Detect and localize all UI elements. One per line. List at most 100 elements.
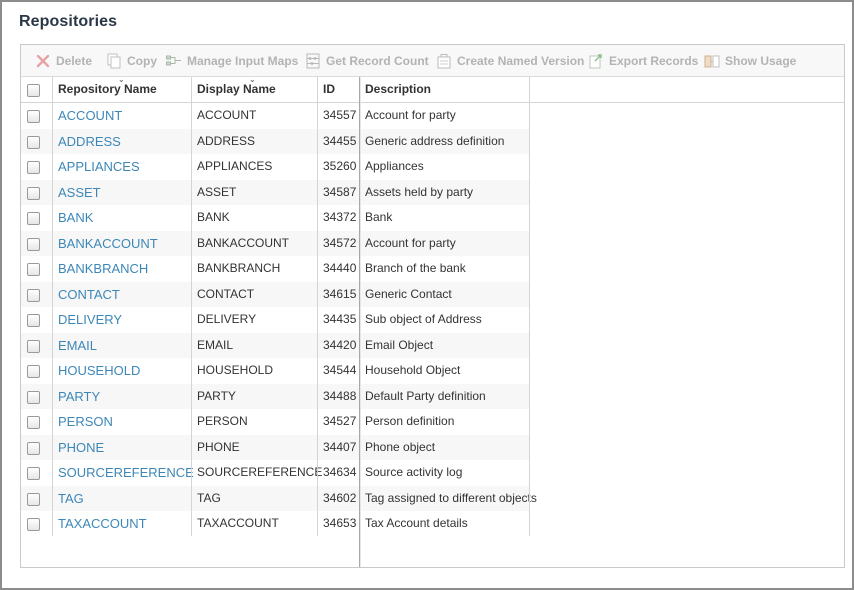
row-checkbox[interactable] xyxy=(27,339,40,353)
column-header-display-name[interactable]: Display Name ⌄ xyxy=(191,75,317,102)
copy-button[interactable]: Copy xyxy=(106,45,157,76)
repository-name-link[interactable]: PERSON xyxy=(52,409,191,435)
id-cell: 34544 xyxy=(323,363,357,377)
table-row[interactable]: BANKACCOUNT BANKACCOUNT 34572 Account for p… xyxy=(21,230,529,257)
id-cell: 34527 xyxy=(323,414,357,428)
table-row[interactable]: TAXACCOUNT TAXACCOUNT 34653 Tax Account det… xyxy=(21,511,529,537)
display-name-cell: PERSON xyxy=(197,414,248,428)
table-row[interactable]: APPLIANCES APPLIANCES 35260 Appliances xyxy=(21,154,529,180)
id-cell: 34420 xyxy=(323,337,357,352)
display-name-cell: ADDRESS xyxy=(197,133,256,148)
table-row[interactable]: CONTACT CONTACT 34615 Generic Contact xyxy=(21,281,529,308)
column-divider xyxy=(529,77,530,102)
row-checkbox[interactable] xyxy=(27,390,40,404)
description-cell: Default Party definition xyxy=(365,388,486,403)
table-row[interactable]: PERSON PERSON 34527 Person definition xyxy=(21,409,529,435)
id-cell: 34435 xyxy=(323,312,357,326)
repository-name-link[interactable]: APPLIANCES xyxy=(52,154,191,180)
repository-name-link[interactable]: TAG xyxy=(52,486,191,512)
get-record-count-button[interactable]: Get Record Count xyxy=(305,45,429,76)
display-name-cell: SOURCEREFERENCE xyxy=(197,465,323,479)
column-header-id[interactable]: ID xyxy=(317,77,359,102)
table-row[interactable]: SOURCEREFERENCE SOURCEREFERENCE 34634 Sourc… xyxy=(21,460,529,486)
display-name-cell: EMAIL xyxy=(197,337,234,352)
repositories-panel: Delete Copy Manage Input Maps Get Record… xyxy=(20,44,845,568)
column-header-description[interactable]: Description xyxy=(359,77,529,102)
row-checkbox[interactable] xyxy=(27,110,40,123)
description-cell: Assets held by party xyxy=(365,184,474,199)
table-row[interactable]: BANK BANK 34372 Bank xyxy=(21,205,529,231)
row-checkbox[interactable] xyxy=(27,518,40,531)
description-cell: Phone object xyxy=(365,439,436,454)
table-row[interactable]: ACCOUNT ACCOUNT 34557 Account for party xyxy=(21,103,529,129)
row-checkbox[interactable] xyxy=(27,186,40,200)
abacus-icon xyxy=(305,53,321,69)
display-name-cell: HOUSEHOLD xyxy=(197,363,274,377)
row-checkbox[interactable] xyxy=(27,161,40,174)
table-row[interactable]: PARTY PARTY 34488 Default Party definition xyxy=(21,383,529,410)
table-row[interactable]: ASSET ASSET 34587 Assets held by party xyxy=(21,179,529,206)
row-checkbox[interactable] xyxy=(27,237,40,251)
show-usage-button[interactable]: Show Usage xyxy=(704,45,796,76)
select-all-checkbox[interactable] xyxy=(27,84,40,97)
repository-name-link[interactable]: BANK xyxy=(52,205,191,231)
row-checkbox[interactable] xyxy=(27,212,40,225)
table-row[interactable]: HOUSEHOLD HOUSEHOLD 34544 Household Object xyxy=(21,358,529,384)
id-cell: 34455 xyxy=(323,133,357,148)
row-checkbox[interactable] xyxy=(27,314,40,327)
delete-label: Delete xyxy=(56,53,93,68)
repository-name-link[interactable]: PARTY xyxy=(52,384,191,410)
version-icon xyxy=(436,53,452,69)
display-name-header-label: Display Name xyxy=(197,82,276,96)
repository-name-link[interactable]: PHONE xyxy=(52,435,191,461)
repository-name-link[interactable]: ASSET xyxy=(52,180,191,206)
repository-name-link[interactable]: BANKACCOUNT xyxy=(52,231,191,257)
repository-name-link[interactable]: ACCOUNT xyxy=(52,103,191,129)
delete-button[interactable]: Delete xyxy=(35,45,92,76)
row-checkbox[interactable] xyxy=(27,492,40,506)
row-checkbox[interactable] xyxy=(27,441,40,455)
export-records-button[interactable]: Export Records xyxy=(588,45,698,76)
repository-name-link[interactable]: EMAIL xyxy=(52,333,191,359)
description-cell: Branch of the bank xyxy=(365,261,466,275)
display-name-cell: DELIVERY xyxy=(197,312,257,326)
grid-header: Repository Name ⌄ Display Name ⌄ ID Desc… xyxy=(21,75,844,103)
id-cell: 35260 xyxy=(323,159,357,173)
description-cell: Email Object xyxy=(365,337,434,352)
create-named-version-label: Create Named Version xyxy=(457,53,585,68)
column-header-repository-name[interactable]: Repository Name ⌄ xyxy=(52,75,191,102)
table-row[interactable]: BANKBRANCH BANKBRANCH 34440 Branch of the b… xyxy=(21,256,529,282)
repository-name-link[interactable]: DELIVERY xyxy=(52,307,191,333)
description-cell: Bank xyxy=(365,210,393,224)
row-checkbox[interactable] xyxy=(27,467,40,480)
table-row[interactable]: PHONE PHONE 34407 Phone object xyxy=(21,434,529,461)
table-row[interactable]: TAG TAG 34602 Tag assigned to different obj… xyxy=(21,485,537,512)
repository-name-link[interactable]: HOUSEHOLD xyxy=(52,358,191,384)
row-checkbox[interactable] xyxy=(27,135,40,149)
description-cell: Account for party xyxy=(365,108,456,122)
repository-name-link[interactable]: BANKBRANCH xyxy=(52,256,191,282)
usage-icon xyxy=(704,53,720,69)
repository-name-link[interactable]: ADDRESS xyxy=(52,129,191,155)
row-checkbox[interactable] xyxy=(27,365,40,378)
manage-input-maps-button[interactable]: Manage Input Maps xyxy=(166,45,298,76)
row-checkbox[interactable] xyxy=(27,263,40,276)
table-row[interactable]: ADDRESS ADDRESS 34455 Generic address defin… xyxy=(21,128,529,155)
table-row[interactable]: EMAIL EMAIL 34420 Email Object xyxy=(21,332,529,359)
description-header-label: Description xyxy=(365,82,432,96)
repository-name-link[interactable]: TAXACCOUNT xyxy=(52,511,191,537)
row-checkbox[interactable] xyxy=(27,288,40,302)
copy-icon xyxy=(106,53,122,69)
column-divider xyxy=(191,77,192,536)
id-cell: 34602 xyxy=(323,490,357,505)
toolbar: Delete Copy Manage Input Maps Get Record… xyxy=(21,45,844,77)
repository-name-link[interactable]: CONTACT xyxy=(52,282,191,308)
repository-name-link[interactable]: SOURCEREFERENCE xyxy=(52,460,194,486)
create-named-version-button[interactable]: Create Named Version xyxy=(436,45,584,76)
display-name-cell: ASSET xyxy=(197,184,237,199)
table-row[interactable]: DELIVERY DELIVERY 34435 Sub object of Addre… xyxy=(21,307,529,333)
display-name-cell: APPLIANCES xyxy=(197,159,273,173)
delete-icon xyxy=(35,53,51,69)
row-checkbox[interactable] xyxy=(27,416,40,429)
description-cell: Tag assigned to different objects xyxy=(365,490,537,505)
